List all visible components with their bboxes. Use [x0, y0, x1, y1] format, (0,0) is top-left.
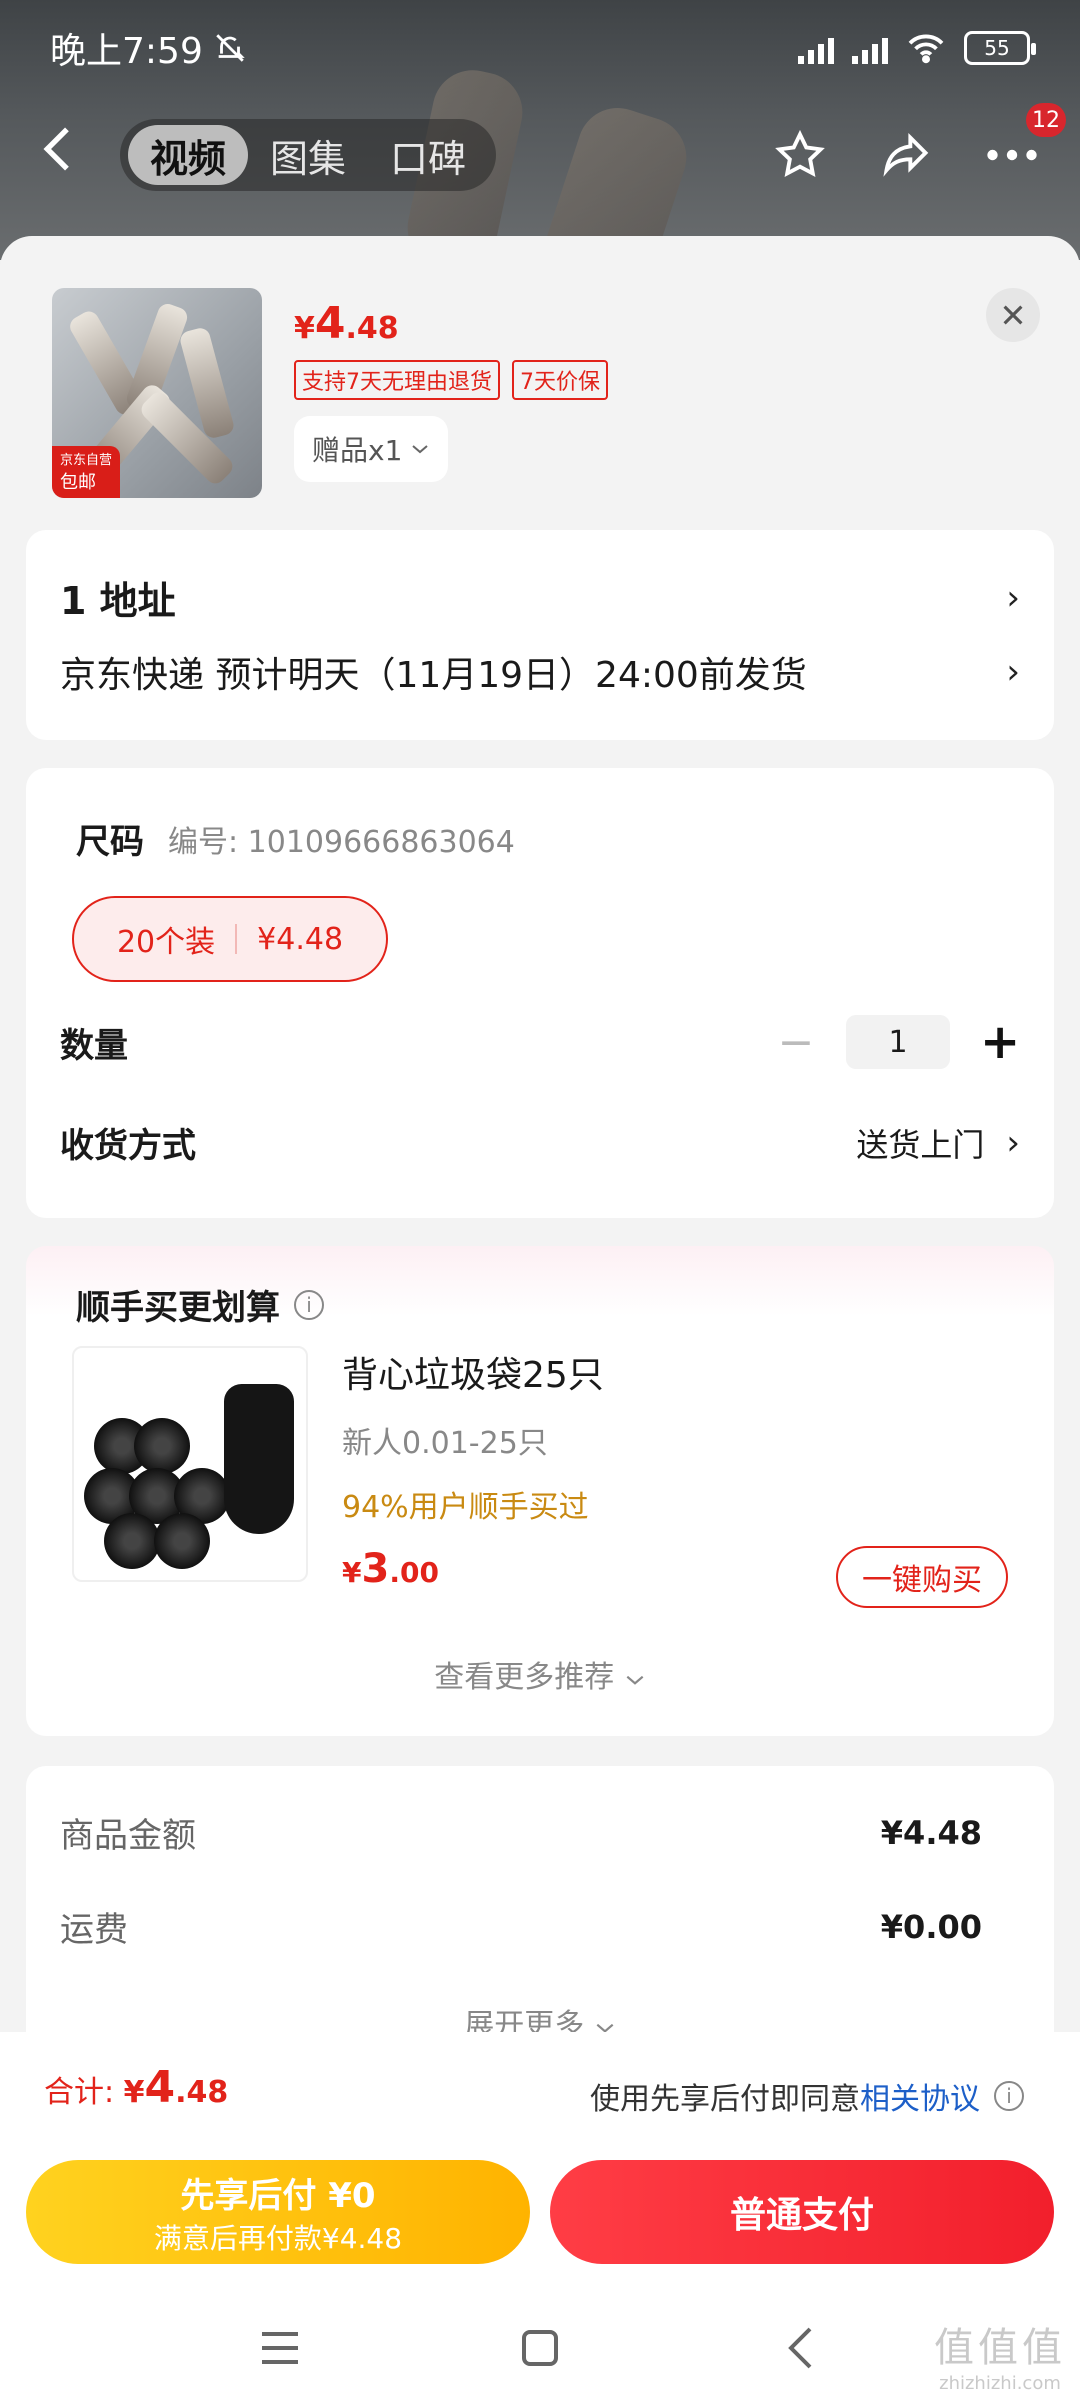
product-code: 编号: 10109666863064: [168, 824, 515, 860]
product-tag: 京东自营 包邮: [52, 446, 121, 498]
signal-icon: [798, 32, 834, 64]
close-button[interactable]: [986, 288, 1040, 342]
address-row[interactable]: 1 地址 ›: [60, 570, 1020, 625]
pay-later-button[interactable]: 先享后付 ¥0 满意后再付款¥4.48: [26, 2160, 530, 2264]
battery-icon: 55: [964, 30, 1036, 65]
tab-gallery[interactable]: 图集: [248, 125, 368, 185]
mute-icon: [216, 33, 245, 62]
recommend-title: 顺手买更划算: [76, 1288, 280, 1328]
agreement-link[interactable]: 相关协议: [860, 2074, 980, 2118]
chevron-right-icon: ›: [1006, 652, 1020, 692]
close-icon: [1003, 305, 1023, 325]
checkout-footer: 合计: ¥4.48 使用先享后付即同意 相关协议 i 先享后付 ¥0 满意后再付…: [0, 2032, 1080, 2400]
normal-pay-button[interactable]: 普通支付: [550, 2160, 1054, 2264]
share-icon[interactable]: [878, 127, 934, 183]
quantity-stepper: − 1 +: [776, 1014, 1021, 1070]
clock: 晚上7:59: [50, 30, 203, 72]
gift-dropdown[interactable]: 赠品x1: [294, 416, 449, 482]
delivery-estimate: 京东快递 预计明天（11月19日）24:00前发货: [60, 655, 807, 696]
recommend-item-image[interactable]: [72, 1346, 308, 1582]
product-thumbnail[interactable]: 京东自营 包邮: [52, 288, 262, 498]
more-icon[interactable]: 12: [984, 103, 1066, 183]
chevron-down-icon: [626, 1675, 644, 1685]
size-option-selected[interactable]: 20个装 ¥4.48: [72, 896, 388, 982]
recommend-item-name[interactable]: 背心垃圾袋25只: [342, 1346, 604, 1398]
info-icon[interactable]: i: [994, 2081, 1024, 2111]
agreement-text: 使用先享后付即同意 相关协议 i: [590, 2074, 1024, 2118]
chevron-right-icon: ›: [1006, 577, 1020, 618]
menu-icon[interactable]: [250, 2318, 310, 2378]
wifi-icon: [908, 34, 944, 63]
increase-button[interactable]: +: [980, 1014, 1020, 1070]
back-icon[interactable]: [40, 123, 100, 188]
message-badge: 12: [1026, 103, 1066, 137]
recommend-item-price: ¥3.00: [342, 1546, 439, 1592]
tab-reviews[interactable]: 口碑: [368, 125, 488, 185]
recommend-item-buyers: 94%用户顺手买过: [342, 1490, 589, 1525]
decrease-button[interactable]: −: [776, 1017, 816, 1068]
total-amount: 合计: ¥4.48: [44, 2062, 229, 2113]
address-card: 1 地址 › 京东快递 预计明天（11月19日）24:00前发货 ›: [26, 530, 1054, 740]
product-header: 京东自营 包邮 ¥4.48 支持7天无理由退货 7天价保 赠品x1: [52, 288, 1040, 498]
goods-amount-label: 商品金额: [60, 1816, 196, 1856]
shipping-fee-label: 运费: [60, 1910, 128, 1950]
chevron-right-icon: ›: [1006, 1122, 1020, 1163]
signal-icon-2: [852, 32, 888, 64]
tab-video[interactable]: 视频: [128, 125, 249, 185]
top-nav: 视频 图集 口碑 12: [0, 103, 1080, 195]
spec-card: 尺码 编号: 10109666863064 20个装 ¥4.48 数量 − 1 …: [26, 768, 1054, 1218]
watermark: 值值值 zhizhizhi.com: [934, 2325, 1066, 2394]
recommend-item-subtitle: 新人0.01-25只: [342, 1426, 548, 1461]
media-tabs: 视频 图集 口碑: [120, 119, 497, 191]
back-nav-icon[interactable]: [770, 2318, 830, 2378]
one-click-buy-button[interactable]: 一键购买: [836, 1546, 1008, 1608]
shipping-fee-value: ¥0.00: [880, 1907, 982, 1946]
info-icon[interactable]: i: [294, 1289, 324, 1320]
status-bar: 晚上7:59 55: [0, 0, 1080, 95]
shipping-method-value: 送货上门: [856, 1125, 985, 1164]
size-label: 尺码: [76, 822, 144, 862]
home-icon[interactable]: [510, 2318, 570, 2378]
shipping-method-label: 收货方式: [60, 1126, 196, 1166]
return-policy-chip: 支持7天无理由退货: [294, 360, 500, 400]
shipping-method-row[interactable]: 收货方式 送货上门 ›: [60, 1118, 1020, 1167]
star-icon[interactable]: [772, 127, 828, 183]
chevron-down-icon: [412, 445, 429, 454]
product-price: ¥4.48: [294, 298, 399, 349]
more-recommendations-link[interactable]: 查看更多推荐: [26, 1652, 1054, 1696]
quantity-input[interactable]: 1: [846, 1015, 950, 1069]
goods-amount-value: ¥4.48: [880, 1813, 982, 1852]
price-protect-chip: 7天价保: [512, 360, 608, 400]
system-nav-bar: [0, 2308, 1080, 2388]
recommend-card: 顺手买更划算 i 背心垃圾袋25只 新人0.01-25只 94%用户顺手买过 ¥…: [26, 1246, 1054, 1736]
delivery-row[interactable]: 京东快递 预计明天（11月19日）24:00前发货 ›: [60, 646, 1020, 698]
quantity-label: 数量: [60, 1025, 128, 1066]
